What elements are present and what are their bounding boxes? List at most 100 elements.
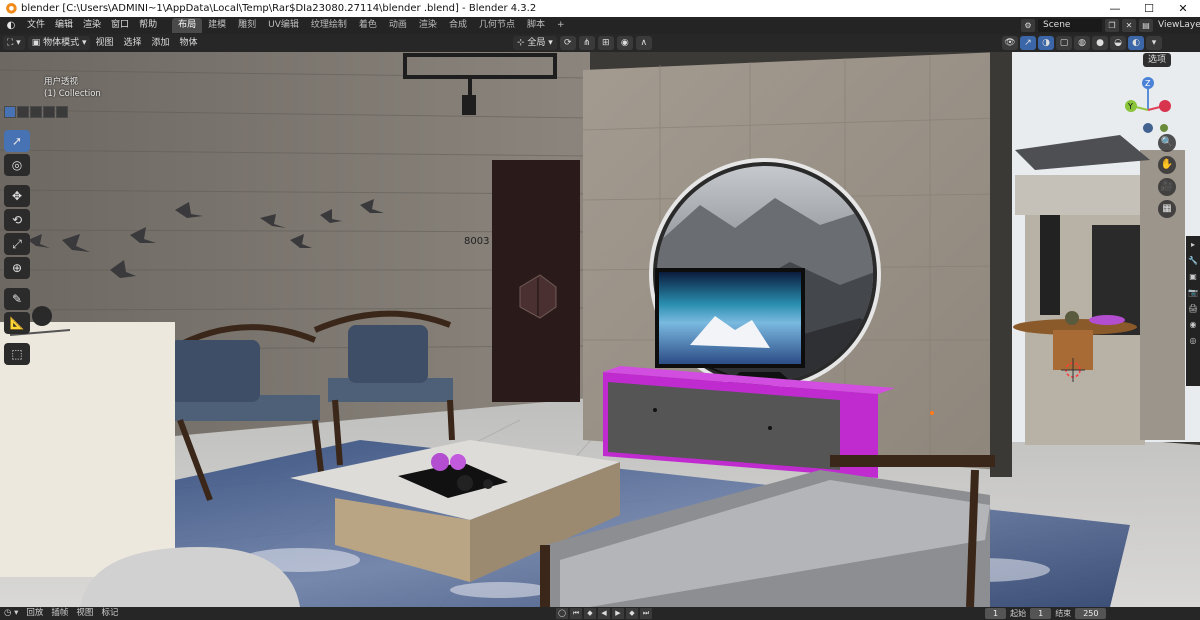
menu-select[interactable]: 选择 xyxy=(118,34,146,52)
select-subtract-icon[interactable] xyxy=(30,106,42,118)
jump-end-icon[interactable]: ⏭ xyxy=(640,608,652,619)
menu-object[interactable]: 物体 xyxy=(175,34,203,52)
rotate-tool[interactable]: ⟲ xyxy=(4,209,30,231)
orientation-icon: ⊹ xyxy=(517,38,528,48)
next-key-icon[interactable]: ◆ xyxy=(626,608,638,619)
snap-icon[interactable]: ⋔ xyxy=(578,36,595,50)
tab-modeling[interactable]: 建模 xyxy=(202,18,232,33)
gizmo-neg-z[interactable] xyxy=(1143,123,1153,133)
add-cube-tool[interactable]: ⬚ xyxy=(4,343,30,365)
proportional-edit-icon[interactable]: ◉ xyxy=(616,36,633,50)
shading-options-icon[interactable]: ▾ xyxy=(1146,36,1162,50)
tab-texture-paint[interactable]: 纹理绘制 xyxy=(305,18,353,33)
select-box-tool[interactable]: ➚ xyxy=(4,130,30,152)
material-icon[interactable]: ◎ xyxy=(1188,336,1198,346)
menu-playback[interactable]: 回放 xyxy=(22,607,47,620)
scale-tool[interactable]: ⤢ xyxy=(4,233,30,255)
current-frame-field[interactable]: 1 xyxy=(985,608,1007,619)
view-layer-field[interactable]: ViewLayer xyxy=(1156,19,1200,32)
mode-dropdown[interactable]: ▣ 物体模式 ▾ xyxy=(27,36,91,50)
physics-icon[interactable]: ◉ xyxy=(1188,320,1198,330)
play-reverse-icon[interactable]: ◀ xyxy=(598,608,610,619)
maximize-icon[interactable]: ☐ xyxy=(1132,0,1166,17)
tab-shading[interactable]: 着色 xyxy=(353,18,383,33)
perspective-grid-icon[interactable]: ▦ xyxy=(1158,200,1176,218)
annotate-tool[interactable]: ✎ xyxy=(4,288,30,310)
close-icon[interactable]: ✕ xyxy=(1166,0,1200,17)
menu-keying[interactable]: 插帧 xyxy=(47,607,72,620)
cursor-tool[interactable]: ◎ xyxy=(4,154,30,176)
minimize-icon[interactable]: — xyxy=(1098,0,1132,17)
menu-view[interactable]: 视图 xyxy=(90,34,118,52)
zoom-icon[interactable]: 🔍 xyxy=(1158,134,1176,152)
transform-tool[interactable]: ⊕ xyxy=(4,257,30,279)
delete-scene-icon[interactable]: ✕ xyxy=(1122,19,1136,32)
object-props-icon[interactable]: ▣ xyxy=(1188,272,1198,282)
blender-menu-icon[interactable]: ◐ xyxy=(3,20,19,32)
3d-viewport[interactable]: 8003 ➚ ◎ ✥ ⟲ ⤢ ⊕ ✎ 📐 ⬚ 用户透视 (1) Collecti… xyxy=(0,52,1200,607)
transform-tools: ⊹ 全局 ▾ ⟳ ⋔ ⊞ ◉ ∧ xyxy=(510,36,652,50)
play-icon[interactable]: ▶ xyxy=(612,608,624,619)
measure-tool[interactable]: 📐 xyxy=(4,312,30,334)
gizmo-toggle-icon[interactable]: ↗ xyxy=(1020,36,1036,50)
3d-cursor-icon: ◎ xyxy=(11,158,23,172)
select-intersect-icon[interactable] xyxy=(56,106,68,118)
visibility-icon[interactable]: 👁 xyxy=(1002,36,1018,50)
select-extend-icon[interactable] xyxy=(17,106,29,118)
new-scene-icon[interactable]: ❐ xyxy=(1105,19,1119,32)
wrench-icon[interactable]: 🔧 xyxy=(1188,256,1198,266)
menu-window[interactable]: 窗口 xyxy=(106,17,134,34)
gizmo-x-axis[interactable] xyxy=(1159,100,1171,112)
snap-target-icon[interactable]: ⊞ xyxy=(597,36,614,50)
output-props-icon[interactable]: 🖨 xyxy=(1188,304,1198,314)
move-tool[interactable]: ✥ xyxy=(4,185,30,207)
overlay-toggle-icon[interactable]: ◑ xyxy=(1038,36,1054,50)
menu-file[interactable]: 文件 xyxy=(22,17,50,34)
wireframe-shading-icon[interactable]: ◍ xyxy=(1074,36,1090,50)
xray-icon[interactable]: ▢ xyxy=(1056,36,1072,50)
editor-type-button[interactable]: ⛶ ▾ xyxy=(3,36,25,50)
tab-uv-editing[interactable]: UV编辑 xyxy=(262,18,305,33)
rendered-shading-icon[interactable]: ◐ xyxy=(1128,36,1144,50)
prev-key-icon[interactable]: ◆ xyxy=(584,608,596,619)
jump-start-icon[interactable]: ⏮ xyxy=(570,608,582,619)
menu-edit[interactable]: 编辑 xyxy=(50,17,78,34)
scene-field[interactable]: Scene xyxy=(1038,19,1102,32)
camera-view-icon[interactable]: 🎥 xyxy=(1158,178,1176,196)
add-workspace-button[interactable]: + xyxy=(551,18,571,33)
pivot-icon[interactable]: ⟳ xyxy=(559,36,576,50)
tab-layout[interactable]: 布局 xyxy=(172,18,203,33)
menu-marker[interactable]: 标记 xyxy=(97,607,122,620)
material-shading-icon[interactable]: ◒ xyxy=(1110,36,1126,50)
tab-compositing[interactable]: 合成 xyxy=(443,18,473,33)
select-invert-icon[interactable] xyxy=(43,106,55,118)
tool-settings-tab-icon[interactable]: ▸ xyxy=(1188,240,1198,250)
scene-icon[interactable]: ⚙ xyxy=(1021,19,1035,32)
start-frame-field[interactable]: 1 xyxy=(1030,608,1052,619)
navigation-gizmo[interactable]: Z Y xyxy=(1118,76,1174,138)
menu-render[interactable]: 渲染 xyxy=(78,17,106,34)
tab-animation[interactable]: 动画 xyxy=(383,18,413,33)
solid-shading-icon[interactable]: ● xyxy=(1092,36,1108,50)
end-frame-field[interactable]: 250 xyxy=(1075,608,1107,619)
orientation-dropdown[interactable]: ⊹ 全局 ▾ xyxy=(513,36,557,50)
tab-rendering[interactable]: 渲染 xyxy=(413,18,443,33)
options-button[interactable]: 选项 xyxy=(1143,53,1172,67)
tab-sculpting[interactable]: 雕刻 xyxy=(232,18,262,33)
blender-logo-icon xyxy=(3,1,17,16)
record-icon[interactable]: ◯ xyxy=(556,608,568,619)
tab-scripting[interactable]: 脚本 xyxy=(521,18,551,33)
pan-hand-icon[interactable]: ✋ xyxy=(1158,156,1176,174)
menu-help[interactable]: 帮助 xyxy=(134,17,162,34)
select-new-icon[interactable] xyxy=(4,106,16,118)
menu-timeline-view[interactable]: 视图 xyxy=(72,607,97,620)
cursor-arrow-icon: ➚ xyxy=(11,134,23,148)
viewport-header: ⛶ ▾ ▣ 物体模式 ▾ 视图 选择 添加 物体 ⊹ 全局 ▾ ⟳ ⋔ ⊞ ◉ … xyxy=(0,34,1200,52)
timeline-editor-icon[interactable]: ◷ ▾ xyxy=(0,607,22,620)
render-props-icon[interactable]: 📷 xyxy=(1188,288,1198,298)
gizmo-neg-y[interactable] xyxy=(1160,124,1168,132)
view-layer-icon[interactable]: ▤ xyxy=(1139,19,1153,32)
tab-geometry-nodes[interactable]: 几何节点 xyxy=(473,18,521,33)
falloff-icon[interactable]: ∧ xyxy=(635,36,652,50)
menu-add[interactable]: 添加 xyxy=(147,34,175,52)
